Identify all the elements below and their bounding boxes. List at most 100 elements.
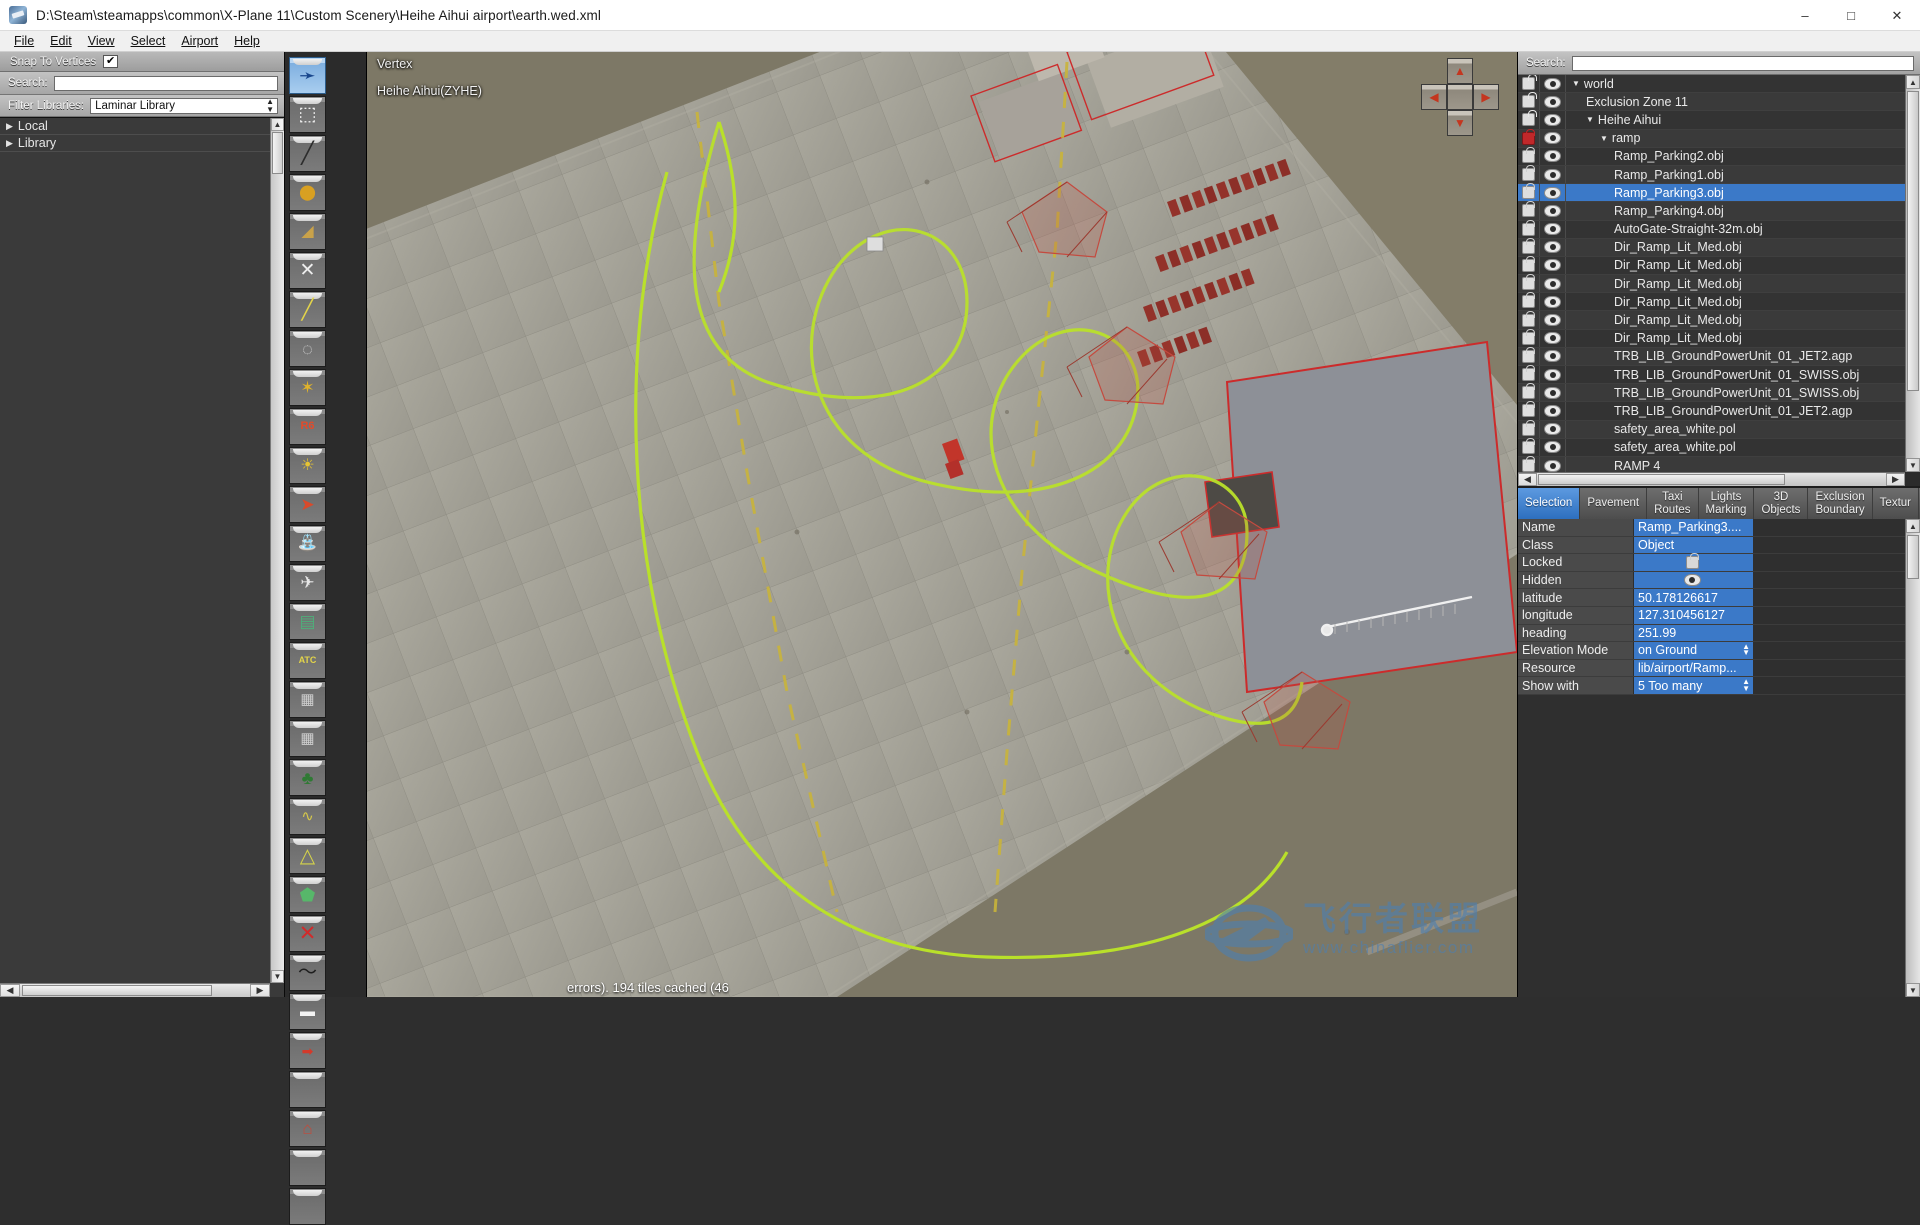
marquee-select-tool-icon[interactable]: ⬚	[289, 96, 326, 133]
outliner-row[interactable]: Exclusion Zone 11	[1518, 93, 1905, 111]
facade-tool-icon[interactable]: ▤	[289, 603, 326, 640]
lock-icon[interactable]	[1522, 332, 1535, 345]
taxiway-tool-icon[interactable]: ✕	[289, 252, 326, 289]
scroll-up-icon[interactable]: ▲	[271, 118, 284, 131]
property-vertical-scrollbar[interactable]: ▲ ▼	[1905, 519, 1920, 997]
menu-airport[interactable]: Airport	[173, 32, 226, 50]
library-tree-node-local[interactable]: ▶ Local	[0, 118, 284, 135]
lock-icon[interactable]	[1522, 204, 1535, 217]
outliner-visibility-cell[interactable]	[1540, 348, 1566, 365]
library-search-input[interactable]	[54, 76, 278, 91]
outliner-visibility-cell[interactable]	[1540, 111, 1566, 128]
property-value[interactable]: 5 Too many▲▼	[1634, 677, 1753, 694]
outliner-lock-cell[interactable]	[1518, 275, 1540, 292]
empty-tool-c-icon[interactable]	[289, 1188, 326, 1225]
tab-boundary[interactable]: ExclusionBoundary	[1808, 488, 1872, 519]
tower-viewpoint-tool-icon[interactable]: ⛲	[289, 525, 326, 562]
outliner-row[interactable]: ▼Heihe Aihui	[1518, 111, 1905, 129]
lock-icon[interactable]	[1522, 423, 1535, 436]
empty-tool-b-icon[interactable]	[289, 1149, 326, 1186]
outliner-visibility-cell[interactable]	[1540, 130, 1566, 147]
nav-down-button[interactable]: ▼	[1447, 110, 1473, 136]
eye-icon[interactable]	[1544, 96, 1561, 108]
beacon-tool-icon[interactable]: ✶	[289, 369, 326, 406]
property-value[interactable]: 251.99	[1634, 625, 1753, 642]
outliner-lock-cell[interactable]	[1518, 239, 1540, 256]
lock-icon[interactable]	[1522, 132, 1535, 145]
outliner-lock-cell[interactable]	[1518, 202, 1540, 219]
outliner-lock-cell[interactable]	[1518, 93, 1540, 110]
outliner-lock-cell[interactable]	[1518, 384, 1540, 401]
chevron-updown-icon[interactable]: ▲▼	[1742, 644, 1750, 658]
lock-icon[interactable]	[1522, 186, 1535, 199]
outliner-row[interactable]: safety_area_white.pol	[1518, 439, 1905, 457]
outliner-visibility-cell[interactable]	[1540, 402, 1566, 419]
outliner-row[interactable]: TRB_LIB_GroundPowerUnit_01_SWISS.obj	[1518, 366, 1905, 384]
outliner-lock-cell[interactable]	[1518, 330, 1540, 347]
exclusion-tool-icon[interactable]: ✕	[289, 915, 326, 952]
outliner-lock-cell[interactable]	[1518, 111, 1540, 128]
tab-objects[interactable]: 3DObjects	[1754, 488, 1808, 519]
outliner-visibility-cell[interactable]	[1540, 75, 1566, 92]
forest-tool-icon[interactable]: ♣	[289, 759, 326, 796]
lock-icon[interactable]	[1522, 350, 1535, 363]
menu-help[interactable]: Help	[226, 32, 268, 50]
outliner-lock-cell[interactable]	[1518, 348, 1540, 365]
outliner-visibility-cell[interactable]	[1540, 184, 1566, 201]
chevron-down-icon[interactable]: ▼	[1572, 79, 1580, 88]
lock-icon[interactable]	[1522, 223, 1535, 236]
library-tree-node-library[interactable]: ▶ Library	[0, 135, 284, 152]
outliner-lock-cell[interactable]	[1518, 148, 1540, 165]
property-value[interactable]: lib/airport/Ramp...	[1634, 660, 1753, 677]
menu-edit[interactable]: Edit	[42, 32, 80, 50]
outliner-search-input[interactable]	[1572, 56, 1914, 71]
lock-icon[interactable]	[1522, 459, 1535, 472]
eye-icon[interactable]	[1684, 574, 1701, 586]
lock-icon[interactable]	[1522, 295, 1535, 308]
property-value[interactable]: on Ground▲▼	[1634, 642, 1753, 659]
lock-icon[interactable]	[1522, 314, 1535, 327]
chevron-down-icon[interactable]: ▼	[1586, 115, 1594, 124]
eye-icon[interactable]	[1544, 369, 1561, 381]
string-tool-icon[interactable]: ∿	[289, 798, 326, 835]
tab-textur[interactable]: Textur	[1873, 488, 1919, 519]
outliner-row[interactable]: Dir_Ramp_Lit_Med.obj	[1518, 257, 1905, 275]
outliner-lock-cell[interactable]	[1518, 293, 1540, 310]
outliner-row[interactable]: Ramp_Parking3.obj	[1518, 184, 1905, 202]
property-value[interactable]	[1634, 554, 1753, 571]
ramp-start-tool-icon[interactable]: ✈	[289, 564, 326, 601]
outliner-vertical-scrollbar[interactable]: ▲ ▼	[1905, 75, 1920, 472]
scroll-left-icon[interactable]: ◀	[0, 984, 20, 997]
property-value[interactable]: 50.178126617	[1634, 589, 1753, 606]
eye-icon[interactable]	[1544, 423, 1561, 435]
library-tree[interactable]: ▶ Local ▶ Library ▲ ▼ ◀ ▶	[0, 117, 284, 997]
windsock-tool-icon[interactable]: ➤	[289, 486, 326, 523]
line-tool-icon[interactable]: △	[289, 837, 326, 874]
helipad-tool-icon[interactable]: ⬤	[289, 174, 326, 211]
tab-pavement[interactable]: Pavement	[1580, 488, 1647, 519]
menu-select[interactable]: Select	[123, 32, 174, 50]
outliner-hscroll-thumb[interactable]	[1538, 474, 1785, 485]
outliner-lock-cell[interactable]	[1518, 366, 1540, 383]
nav-left-button[interactable]: ◀	[1421, 84, 1447, 110]
outliner-visibility-cell[interactable]	[1540, 239, 1566, 256]
lock-icon[interactable]	[1522, 259, 1535, 272]
lock-icon[interactable]	[1686, 556, 1699, 569]
taxi-route-tool-icon[interactable]: ▬	[289, 993, 326, 1030]
eye-icon[interactable]	[1544, 441, 1561, 453]
outliner-visibility-cell[interactable]	[1540, 257, 1566, 274]
outliner-visibility-cell[interactable]	[1540, 221, 1566, 238]
eye-icon[interactable]	[1544, 350, 1561, 362]
autogen-block-tool-icon[interactable]: ▦	[289, 681, 326, 718]
outliner-lock-cell[interactable]	[1518, 166, 1540, 183]
eye-icon[interactable]	[1544, 187, 1561, 199]
taxiline-tool-icon[interactable]: ╱	[289, 291, 326, 328]
outliner-lock-cell[interactable]	[1518, 130, 1540, 147]
arrow-select-tool-icon[interactable]: ➛	[289, 57, 326, 94]
outliner-row[interactable]: ▼ramp	[1518, 130, 1905, 148]
outliner-lock-cell[interactable]	[1518, 311, 1540, 328]
building-tool-icon[interactable]: ⌂	[289, 1110, 326, 1147]
outliner-lock-cell[interactable]	[1518, 184, 1540, 201]
draped-line-tool-icon[interactable]: 〜	[289, 954, 326, 991]
outliner-row[interactable]: TRB_LIB_GroundPowerUnit_01_SWISS.obj	[1518, 384, 1905, 402]
